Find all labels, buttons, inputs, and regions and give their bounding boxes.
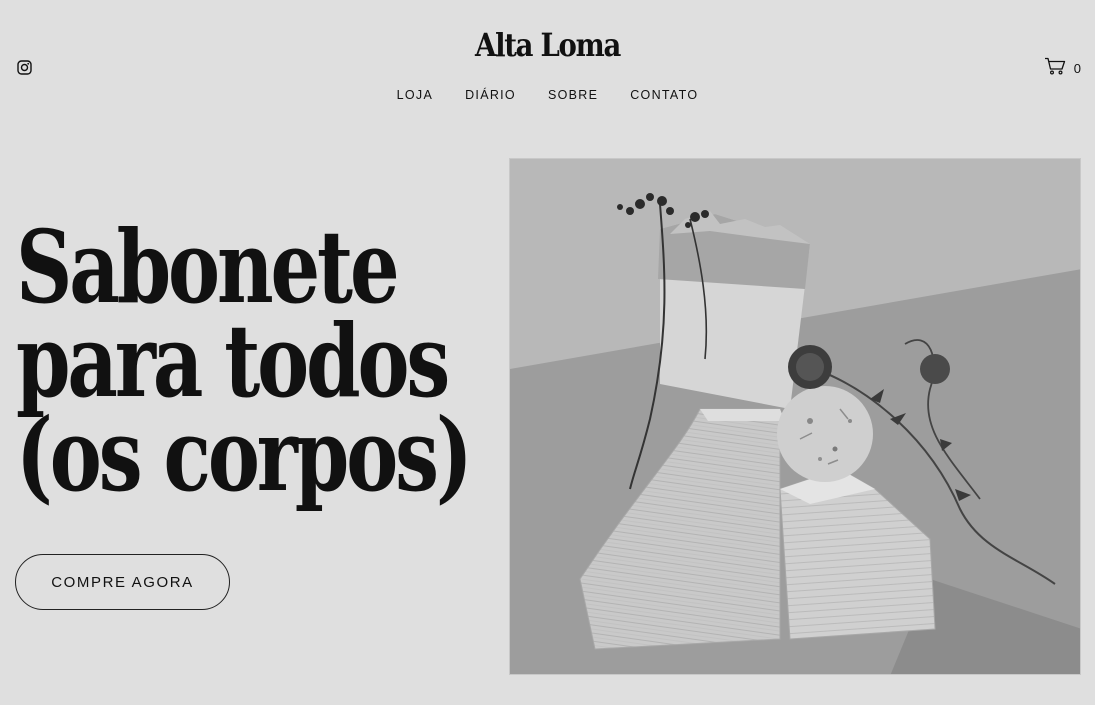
nav-item-contato[interactable]: CONTATO xyxy=(630,88,698,102)
cart-count: 0 xyxy=(1073,61,1081,76)
shopping-cart-icon xyxy=(1044,57,1066,80)
main-nav: LOJA DIÁRIO SOBRE CONTATO xyxy=(0,88,1095,102)
hero-headline: Sabonete para todos (os corpos) xyxy=(16,208,473,514)
hero-product-photo xyxy=(509,158,1081,675)
site-header: Alta Loma LOJA DIÁRIO SOBRE CONTATO 0 xyxy=(0,0,1095,130)
instagram-icon[interactable] xyxy=(17,60,32,75)
site-logo[interactable]: Alta Loma xyxy=(77,26,1019,64)
nav-item-diario[interactable]: DIÁRIO xyxy=(465,88,516,102)
headline-line: Sabonete xyxy=(16,208,400,326)
headline-line: para todos xyxy=(16,302,450,420)
nav-item-sobre[interactable]: SOBRE xyxy=(548,88,598,102)
shop-now-button[interactable]: COMPRE AGORA xyxy=(15,554,230,610)
headline-line: (os corpos) xyxy=(16,396,473,514)
nav-item-loja[interactable]: LOJA xyxy=(397,88,433,102)
cart-button[interactable]: 0 xyxy=(1044,57,1081,80)
